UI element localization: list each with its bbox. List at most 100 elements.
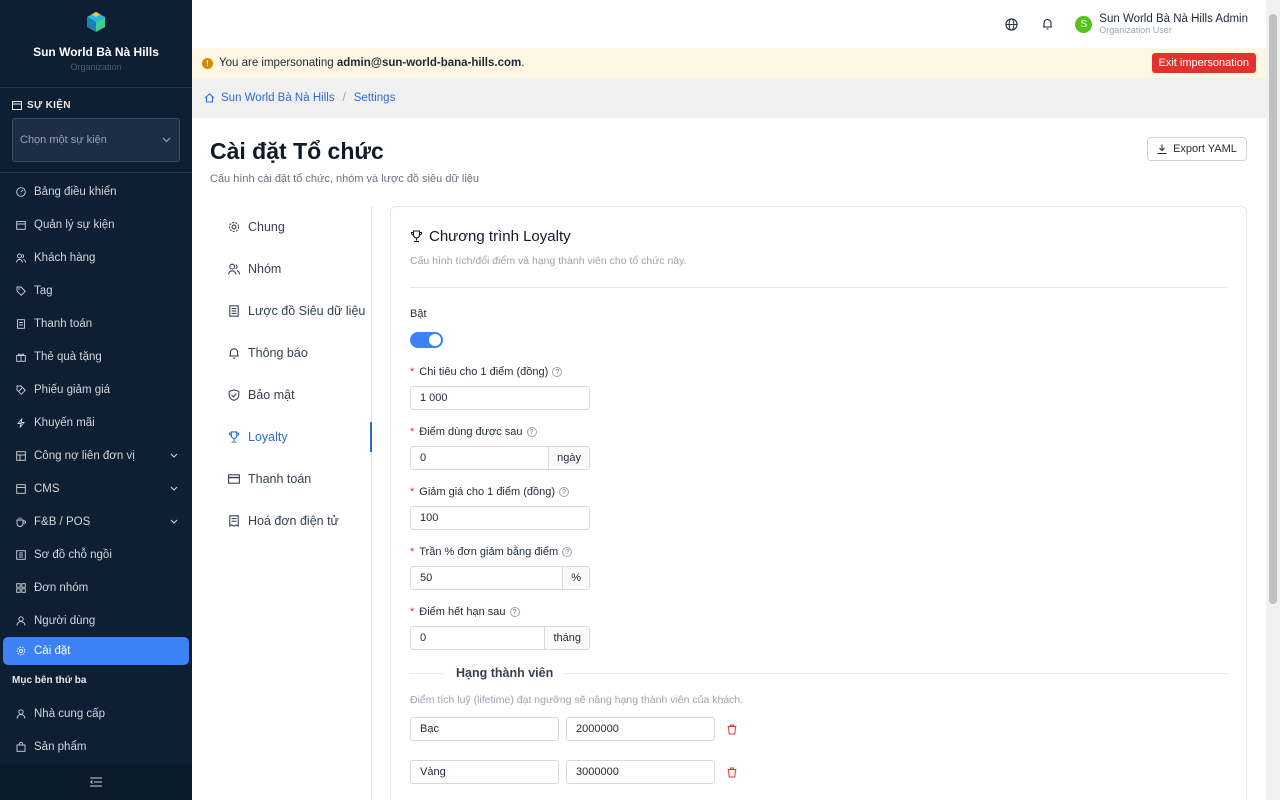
sidebar-logo: Sun World Bà Nà Hills Organization [0, 0, 192, 88]
tier-threshold-input[interactable]: 2000000 [566, 717, 715, 741]
page-subtitle: Cấu hình cài đặt tổ chức, nhóm và lược đ… [210, 173, 480, 185]
calendar-icon [16, 220, 26, 230]
sidebar-item[interactable]: Người dùng [0, 604, 192, 637]
sidebar-item[interactable]: Thẻ quà tặng [0, 340, 192, 373]
spend-per-point-input[interactable]: 1 000 [410, 386, 590, 410]
third-party-label: Mục bên thứ ba [12, 674, 87, 686]
settings-tab-label: Lược đồ Siêu dữ liệu [248, 304, 366, 318]
settings-tab[interactable]: Hoá đơn điện tử [210, 500, 371, 542]
sidebar-item[interactable]: CMS [0, 472, 192, 505]
expire-after-input[interactable]: 0 tháng [410, 626, 590, 650]
help-icon[interactable]: ? [552, 367, 563, 377]
sidebar-item-label: Tag [34, 284, 53, 297]
loyalty-enable-toggle[interactable] [410, 332, 443, 348]
settings-tab-label: Chung [248, 220, 285, 234]
export-yaml-button[interactable]: Export YAML [1147, 137, 1247, 161]
sidebar-item[interactable]: Quản lý sự kiện [0, 208, 192, 241]
settings-tab[interactable]: Lược đồ Siêu dữ liệu [210, 290, 371, 332]
exit-impersonation-button[interactable]: Exit impersonation [1151, 53, 1256, 73]
settings-tab[interactable]: Nhóm [210, 248, 371, 290]
max-percent-label: * Trần % đơn giảm bằng điểm? [410, 546, 1227, 558]
sidebar-item-label: CMS [34, 482, 60, 495]
impersonation-banner: ! You are impersonating admin@sun-world-… [192, 48, 1266, 78]
usable-after-label: * Điểm dùng được sau? [410, 426, 1227, 438]
days-unit: ngày [548, 447, 589, 469]
tag-icon [16, 286, 26, 296]
sidebar-item-label: Thẻ quà tặng [34, 350, 102, 363]
gift-icon [16, 353, 26, 362]
sidebar-item[interactable]: Sơ đồ chỗ ngồi [0, 538, 192, 571]
sidebar-item[interactable]: Thanh toán [0, 307, 192, 340]
sidebar-item-label: Khuyến mãi [34, 416, 95, 429]
discount-per-point-label: * Giảm giá cho 1 điểm (đồng)? [410, 486, 1227, 498]
tiers-list: Bạc 2000000 Vàng 3000000 [410, 717, 1227, 784]
help-icon[interactable]: ? [559, 487, 570, 497]
breadcrumb-home[interactable]: Sun World Bà Nà Hills [221, 92, 335, 104]
chevron-down-icon [170, 519, 178, 524]
settings-tab[interactable]: Thông báo [210, 332, 371, 374]
delete-tier-button[interactable] [727, 767, 737, 778]
sidebar-item-label: Cài đặt [34, 645, 71, 657]
settings-tab[interactable]: Chung [210, 206, 371, 248]
bell-icon [229, 348, 239, 359]
event-select[interactable]: Chọn một sự kiện [12, 118, 180, 162]
page-scrollbar[interactable] [1266, 0, 1280, 800]
settings-tabs: Chung Nhóm Lược đồ Siêu dữ liệu Thông báo Bả… [210, 206, 372, 800]
notifications-button[interactable] [1039, 16, 1055, 32]
gear-icon [16, 646, 26, 656]
expire-after-label: * Điểm hết hạn sau? [410, 606, 1227, 618]
dashboard-icon [16, 186, 26, 197]
max-percent-input[interactable]: 50 % [410, 566, 590, 590]
help-icon[interactable]: ? [562, 547, 573, 557]
sidebar-item[interactable]: Đơn nhóm [0, 571, 192, 604]
sidebar-item[interactable]: Khách hàng [0, 241, 192, 274]
document-icon [17, 318, 25, 329]
tier-name-input[interactable]: Bạc [410, 717, 559, 741]
trophy-icon [410, 230, 423, 243]
breadcrumb-current[interactable]: Settings [354, 92, 396, 104]
sidebar-item-label: Sơ đồ chỗ ngồi [34, 548, 112, 561]
settings-tab-label: Hoá đơn điện tử [248, 514, 339, 528]
help-icon[interactable]: ? [509, 607, 520, 617]
warning-icon: ! [202, 57, 213, 69]
delete-tier-button[interactable] [727, 724, 737, 735]
ledger-icon [16, 450, 26, 461]
collapse-sidebar-button[interactable] [0, 764, 192, 800]
bag-icon [16, 741, 26, 752]
settings-tab-label: Thông báo [248, 346, 308, 360]
trash-icon [727, 724, 737, 734]
home-icon [204, 93, 215, 103]
settings-tab[interactable]: Thanh toán [210, 458, 371, 500]
third-party-item[interactable]: Nhà cung cấp [0, 697, 192, 730]
settings-tab[interactable]: Loyalty [210, 416, 372, 458]
tier-name-input[interactable]: Vàng [410, 760, 559, 784]
settings-tab-label: Loyalty [248, 430, 288, 444]
tier-threshold-input[interactable]: 3000000 [566, 760, 715, 784]
settings-tab-label: Nhóm [248, 262, 282, 276]
scrollbar-thumb[interactable] [1269, 14, 1277, 604]
avatar: S [1075, 15, 1093, 33]
third-party-item[interactable]: Sản phẩm [0, 730, 192, 763]
help-icon[interactable]: ? [526, 427, 537, 437]
sidebar-item[interactable]: F&B / POS [0, 505, 192, 538]
third-party-nav: Nhà cung cấp Sản phẩm [0, 695, 192, 763]
sidebar-item[interactable]: Khuyến mãi [0, 406, 192, 439]
language-button[interactable] [1003, 16, 1019, 32]
settings-tab[interactable]: Bảo mật [210, 374, 371, 416]
user-menu[interactable]: S Sun World Bà Nà Hills Admin Organizati… [1075, 13, 1248, 35]
sidebar-item[interactable]: Phiếu giảm giá [0, 373, 192, 406]
usable-after-input[interactable]: 0 ngày [410, 446, 590, 470]
settings-tab-label: Thanh toán [248, 472, 312, 486]
sidebar-item[interactable]: Bảng điều khiển [0, 175, 192, 208]
sidebar-item[interactable]: Tag [0, 274, 192, 307]
sidebar-item[interactable]: Cài đặt [3, 637, 189, 665]
users-icon [16, 253, 26, 263]
globe-icon [1005, 17, 1018, 31]
sidebar-item-label: Bảng điều khiển [34, 185, 117, 198]
sidebar-nav: Bảng điều khiển Quản lý sự kiện Khách hàng… [0, 173, 192, 665]
sidebar-item-label: Khách hàng [34, 251, 96, 264]
discount-per-point-input[interactable]: 100 [410, 506, 590, 530]
loyalty-card: Chương trình Loyalty Cấu hình tích/đổi đ… [390, 206, 1247, 800]
sidebar-item[interactable]: Công nợ liên đơn vị [0, 439, 192, 472]
third-party-item-label: Nhà cung cấp [34, 707, 105, 720]
